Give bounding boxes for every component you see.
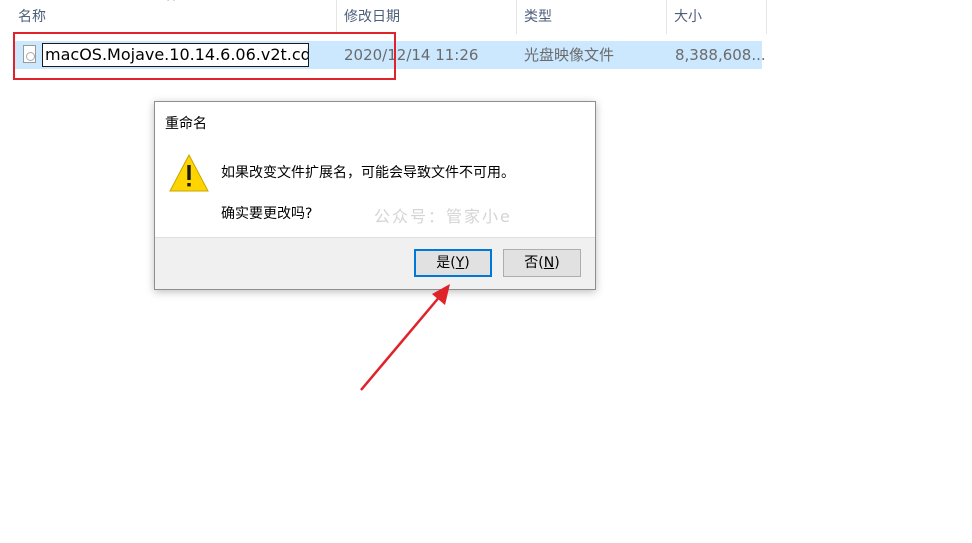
warning-triangle-icon bbox=[169, 153, 209, 192]
column-header-modified[interactable]: 修改日期 bbox=[338, 0, 516, 34]
dialog-title: 重命名 bbox=[165, 116, 207, 132]
dialog-message: 如果改变文件扩展名，可能会导致文件不可用。 bbox=[221, 165, 515, 181]
column-header-type-label: 类型 bbox=[524, 9, 552, 25]
column-header-size[interactable]: 大小 bbox=[668, 0, 766, 34]
watermark-text: 公众号：管家小e bbox=[374, 207, 512, 226]
dialog-question: 确实要更改吗? bbox=[221, 206, 313, 222]
column-separator[interactable] bbox=[666, 0, 667, 34]
yes-button-text: 是( bbox=[436, 255, 456, 271]
file-size: 8,388,608... bbox=[675, 46, 766, 64]
column-header-modified-label: 修改日期 bbox=[344, 9, 400, 25]
file-type: 光盘映像文件 bbox=[524, 46, 615, 64]
column-separator[interactable] bbox=[336, 0, 337, 34]
column-separator[interactable] bbox=[516, 0, 517, 34]
no-button-accelerator: N bbox=[543, 255, 555, 271]
column-header-size-label: 大小 bbox=[674, 9, 702, 25]
yes-button-accelerator: Y bbox=[455, 255, 465, 271]
no-button-text: 否( bbox=[524, 255, 544, 271]
column-header-name-label: 名称 bbox=[18, 9, 46, 25]
rename-confirm-dialog: 重命名 如果改变文件扩展名，可能会导致文件不可用。 确实要更改吗? 公众号：管家… bbox=[154, 101, 596, 290]
yes-button[interactable]: 是(Y) bbox=[414, 249, 492, 277]
column-separator[interactable] bbox=[766, 0, 767, 34]
no-button-close: ) bbox=[554, 255, 560, 271]
no-button[interactable]: 否(N) bbox=[503, 249, 581, 277]
yes-button-close: ) bbox=[464, 255, 470, 271]
annotation-highlight-box bbox=[13, 32, 396, 80]
column-header-type[interactable]: 类型 bbox=[518, 0, 666, 34]
sort-ascending-icon: ^ bbox=[166, 0, 177, 9]
dialog-button-bar: 是(Y) 否(N) bbox=[155, 237, 595, 289]
